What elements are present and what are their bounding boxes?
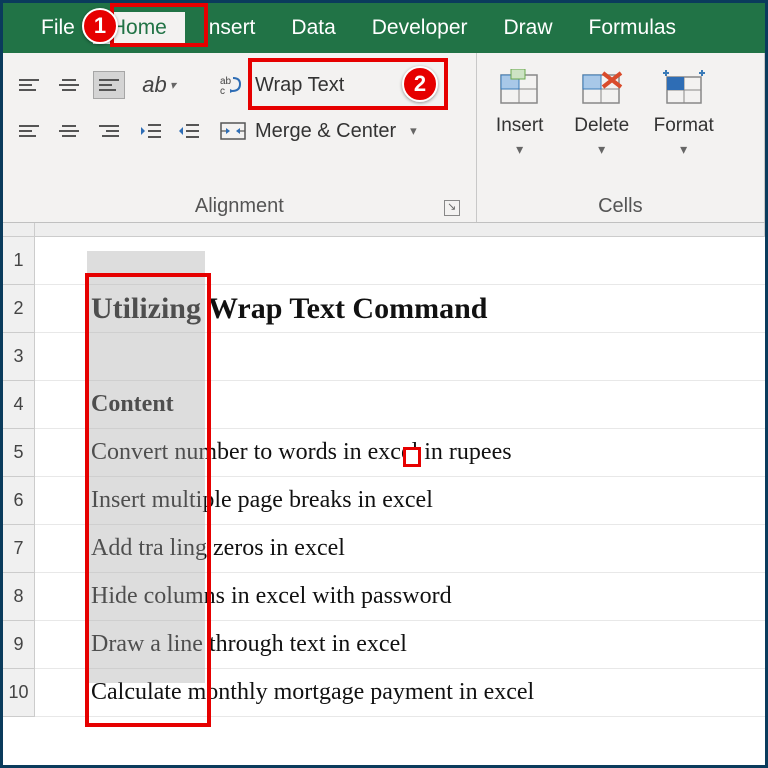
- align-top-button[interactable]: [13, 71, 45, 99]
- chevron-down-icon: ▾: [516, 141, 523, 158]
- row-header[interactable]: 5: [3, 429, 35, 477]
- row-header[interactable]: 3: [3, 333, 35, 381]
- format-cells-button[interactable]: Format ▾: [651, 67, 717, 158]
- decrease-indent-button[interactable]: [135, 117, 167, 145]
- format-label: Format: [654, 115, 714, 137]
- align-right-button[interactable]: [93, 117, 125, 145]
- merge-center-button[interactable]: Merge & Center ▾: [215, 115, 427, 147]
- tab-insert[interactable]: Insert: [185, 12, 274, 44]
- row-header[interactable]: 7: [3, 525, 35, 573]
- cell-text: Draw a line through text in excel: [39, 631, 407, 658]
- cell-text: Hide columns in excel with password: [39, 583, 452, 610]
- row-header[interactable]: 2: [3, 285, 35, 333]
- delete-cells-icon: [577, 67, 627, 111]
- cell-text: Convert number to words in excel in rupe…: [39, 439, 512, 466]
- delete-cells-button[interactable]: Delete ▾: [569, 67, 635, 158]
- align-middle-button[interactable]: [53, 71, 85, 99]
- format-cells-icon: [659, 67, 709, 111]
- align-center-button[interactable]: [53, 117, 85, 145]
- annotation-cursor: [403, 447, 421, 467]
- chevron-down-icon: ▾: [410, 123, 417, 139]
- group-cells: Insert ▾ Delete ▾ Format ▾ Cells: [477, 53, 765, 222]
- insert-cells-button[interactable]: Insert ▾: [487, 67, 553, 158]
- tab-data[interactable]: Data: [273, 12, 353, 44]
- wrap-text-button[interactable]: abc Wrap Text: [215, 69, 427, 101]
- svg-text:c: c: [220, 86, 225, 96]
- alignment-launcher-icon[interactable]: ↘: [444, 200, 460, 216]
- tab-developer[interactable]: Developer: [354, 12, 486, 44]
- wrap-text-label: Wrap Text: [255, 74, 344, 97]
- increase-indent-button[interactable]: [173, 117, 205, 145]
- cell-text: Insert multiple page breaks in excel: [39, 487, 433, 514]
- callout-1: 1: [82, 8, 118, 44]
- merge-center-label: Merge & Center: [255, 120, 396, 143]
- insert-label: Insert: [496, 115, 544, 137]
- ribbon: ab▾ abc Wrap Text: [3, 53, 765, 223]
- group-label-cells: Cells: [487, 191, 754, 218]
- align-left-button[interactable]: [13, 117, 45, 145]
- cell-text: Calculate monthly mortgage payment in ex…: [39, 679, 534, 706]
- merge-center-icon: [219, 119, 247, 143]
- spreadsheet-grid[interactable]: 1 2Utilizing Wrap Text Command 3 4Conten…: [3, 223, 765, 717]
- tab-formulas[interactable]: Formulas: [571, 12, 695, 44]
- cell-text: Add tra ling zeros in excel: [39, 535, 345, 562]
- group-label-alignment: Alignment ↘: [13, 191, 466, 218]
- row-header[interactable]: 9: [3, 621, 35, 669]
- chevron-down-icon: ▾: [680, 141, 687, 158]
- row-header[interactable]: 1: [3, 237, 35, 285]
- tab-draw[interactable]: Draw: [486, 12, 571, 44]
- row-header[interactable]: 6: [3, 477, 35, 525]
- cell-text: Content: [39, 391, 174, 418]
- orientation-button[interactable]: ab▾: [135, 71, 183, 99]
- row-header[interactable]: 10: [3, 669, 35, 717]
- row-header[interactable]: 4: [3, 381, 35, 429]
- callout-2: 2: [402, 66, 438, 102]
- row-header[interactable]: 8: [3, 573, 35, 621]
- delete-label: Delete: [574, 115, 629, 137]
- chevron-down-icon: ▾: [598, 141, 605, 158]
- cell-title: Utilizing Wrap Text Command: [39, 292, 487, 326]
- insert-cells-icon: [495, 67, 545, 111]
- align-bottom-button[interactable]: [93, 71, 125, 99]
- wrap-text-icon: abc: [219, 73, 247, 97]
- column-headers: [3, 223, 765, 237]
